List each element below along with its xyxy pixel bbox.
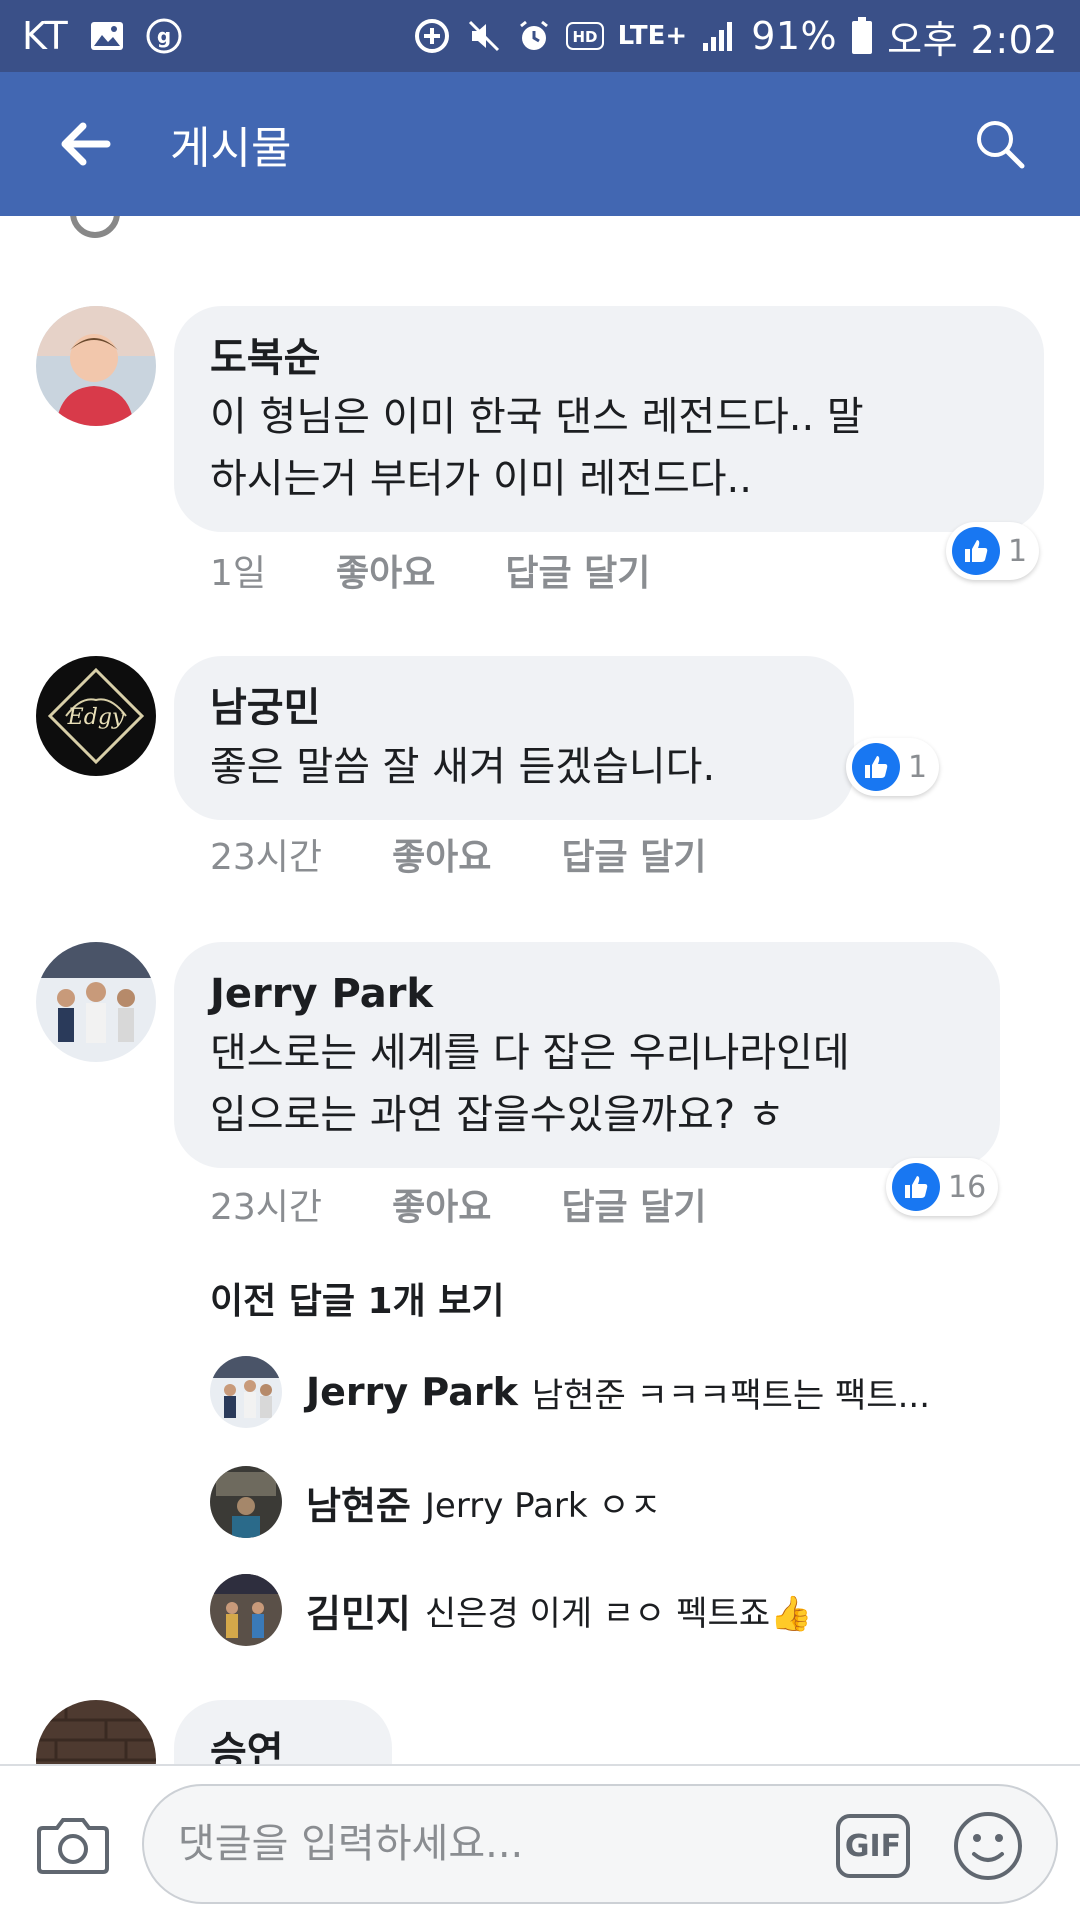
avatar[interactable] bbox=[36, 306, 156, 426]
mute-icon bbox=[466, 18, 502, 54]
like-icon bbox=[852, 743, 900, 791]
avatar[interactable]: Edgy bbox=[36, 656, 156, 776]
hd-icon: HD bbox=[565, 22, 604, 50]
like-button[interactable]: 좋아요 bbox=[392, 1178, 491, 1230]
comment-bubble[interactable]: 남궁민 좋은 말씀 잘 새겨 듣겠습니다. bbox=[174, 656, 854, 820]
comment-bubble[interactable]: Jerry Park 댄스로는 세계를 다 잡은 우리나라인데 입으로는 과연 … bbox=[174, 942, 1000, 1168]
comment-meta: 23시간 좋아요 답글 달기 bbox=[210, 828, 706, 880]
comment-meta: 23시간 좋아요 답글 달기 bbox=[210, 1178, 706, 1230]
comment-text-line: 입으로는 과연 잡을수있을까요? ㅎ bbox=[210, 1092, 785, 1138]
page-title: 게시물 bbox=[170, 123, 292, 174]
emoji-icon bbox=[954, 1812, 1022, 1880]
comment-meta: 1일 좋아요 답글 달기 bbox=[210, 544, 650, 596]
battery-percent: 91% bbox=[751, 14, 838, 58]
clock: 오후 2:02 bbox=[887, 17, 1058, 62]
svg-text:g: g bbox=[157, 24, 171, 48]
camera-icon bbox=[37, 1818, 109, 1874]
emoji-button[interactable] bbox=[950, 1808, 1026, 1884]
view-previous-replies-link[interactable]: 이전 답글 1개 보기 bbox=[210, 1272, 505, 1324]
alarm-icon bbox=[516, 18, 552, 54]
battery-icon bbox=[851, 17, 873, 55]
comment-text-line: 하시는거 부터가 이미 레전드다.. bbox=[210, 456, 752, 502]
comment-text-line: 댄스로는 세계를 다 잡은 우리나라인데 bbox=[210, 1030, 850, 1076]
comment-bubble[interactable]: 승연 bbox=[174, 1700, 392, 1764]
reaction-count[interactable]: 1 bbox=[946, 522, 1040, 580]
signal-icon bbox=[701, 19, 737, 53]
reply-author[interactable]: Jerry Park bbox=[306, 1370, 518, 1414]
comments-feed[interactable]: 도복순 이 형님은 이미 한국 댄스 레전드다.. 말 하시는거 부터가 이미 … bbox=[0, 216, 1080, 1764]
reply-button[interactable]: 답글 달기 bbox=[561, 828, 706, 880]
reaction-count[interactable]: 16 bbox=[886, 1158, 999, 1216]
gif-button[interactable]: GIF bbox=[836, 1814, 910, 1878]
data-saver-icon bbox=[412, 16, 452, 56]
back-button[interactable] bbox=[40, 99, 130, 189]
comment-author[interactable]: 도복순 bbox=[210, 330, 1008, 386]
reply-item[interactable]: 김민지 신은경 이게 ㄹㅇ 펙트죠👍 bbox=[210, 1574, 812, 1646]
reply-text: 신은경 이게 ㄹㅇ 펙트죠👍 bbox=[424, 1593, 813, 1634]
like-icon bbox=[952, 527, 1000, 575]
search-icon bbox=[977, 121, 1025, 169]
reply-item[interactable]: Jerry Park 남현준 ㅋㅋㅋ팩트는 팩트... bbox=[210, 1356, 930, 1428]
comment-time: 23시간 bbox=[210, 837, 323, 878]
comment-bubble[interactable]: 도복순 이 형님은 이미 한국 댄스 레전드다.. 말 하시는거 부터가 이미 … bbox=[174, 306, 1044, 532]
avatar[interactable] bbox=[36, 942, 156, 1062]
avatar[interactable] bbox=[36, 1700, 156, 1764]
comment-input-wrapper[interactable]: GIF bbox=[142, 1784, 1058, 1904]
reaction-number: 1 bbox=[908, 749, 928, 785]
comment-time: 23시간 bbox=[210, 1187, 323, 1228]
cut-off-avatar bbox=[70, 216, 120, 238]
avatar[interactable] bbox=[210, 1574, 282, 1646]
like-button[interactable]: 좋아요 bbox=[392, 828, 491, 880]
reaction-number: 1 bbox=[1008, 533, 1028, 569]
comment-time: 1일 bbox=[210, 553, 267, 594]
like-icon bbox=[892, 1163, 940, 1211]
comment-author[interactable]: 남궁민 bbox=[210, 680, 818, 736]
reaction-count[interactable]: 1 bbox=[846, 738, 940, 796]
g-icon: g bbox=[146, 18, 182, 54]
comment-author[interactable]: 승연 bbox=[210, 1724, 356, 1764]
svg-text:Edgy: Edgy bbox=[67, 705, 125, 730]
reply-author[interactable]: 남현준 bbox=[306, 1475, 411, 1530]
reply-button[interactable]: 답글 달기 bbox=[561, 1178, 706, 1230]
reply-item[interactable]: 남현준 Jerry Park ㅇㅈ bbox=[210, 1466, 661, 1538]
avatar[interactable] bbox=[210, 1356, 282, 1428]
svg-text:HD: HD bbox=[572, 28, 597, 46]
image-icon bbox=[90, 21, 124, 51]
reply-author[interactable]: 김민지 bbox=[306, 1583, 411, 1638]
back-arrow-icon bbox=[61, 122, 111, 166]
reply-button[interactable]: 답글 달기 bbox=[505, 544, 650, 596]
comment-author[interactable]: Jerry Park bbox=[210, 966, 964, 1022]
avatar[interactable] bbox=[210, 1466, 282, 1538]
comment-text-line: 좋은 말씀 잘 새겨 듣겠습니다. bbox=[210, 744, 716, 790]
comment-text-line: 이 형님은 이미 한국 댄스 레전드다.. 말 bbox=[210, 394, 864, 440]
status-bar: KT g HD LTE+ 91% 오후 2:02 bbox=[0, 0, 1080, 72]
reaction-number: 16 bbox=[948, 1169, 987, 1205]
carrier-label: KT bbox=[22, 14, 69, 58]
like-button[interactable]: 좋아요 bbox=[336, 544, 435, 596]
network-type: LTE+ bbox=[617, 21, 688, 51]
camera-button[interactable] bbox=[28, 1798, 118, 1888]
search-button[interactable] bbox=[960, 104, 1040, 184]
app-bar: 게시물 bbox=[0, 72, 1080, 216]
comment-composer: GIF bbox=[0, 1764, 1080, 1920]
comment-input[interactable] bbox=[178, 1821, 798, 1867]
reply-text: Jerry Park ㅇㅈ bbox=[424, 1485, 661, 1526]
reply-text: 남현준 ㅋㅋㅋ팩트는 팩트... bbox=[531, 1375, 931, 1416]
